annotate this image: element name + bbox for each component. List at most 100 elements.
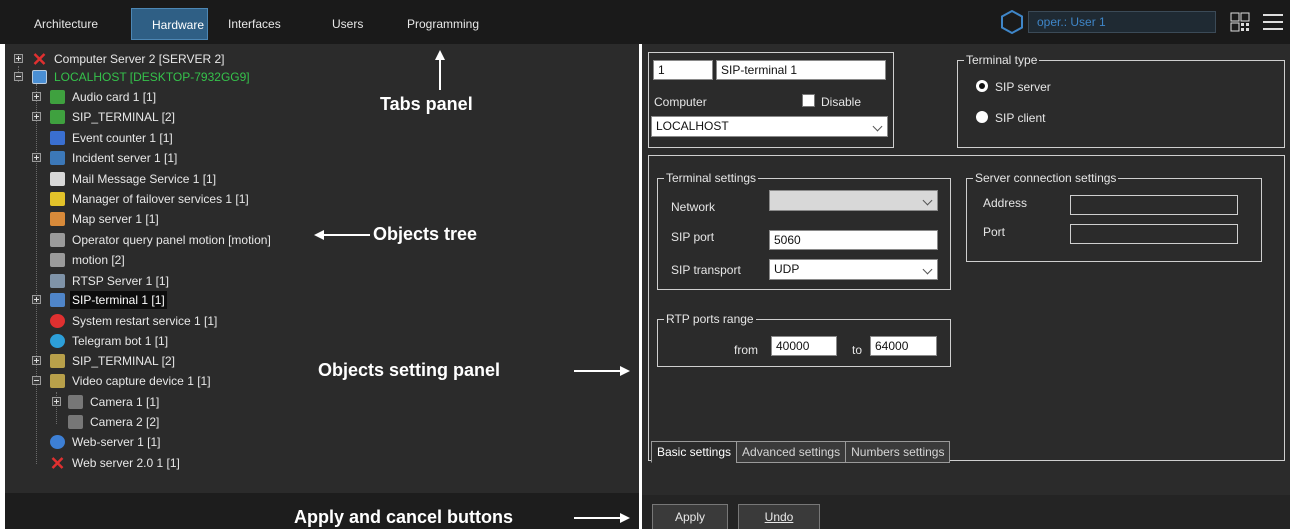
tree-node-label: System restart service 1 [1] [72,314,218,328]
collapse-icon[interactable] [32,376,41,385]
tab-programming[interactable]: Programming [387,8,497,40]
hexagon-logo-icon[interactable] [1000,10,1024,34]
settings-tabs: Basic settings Advanced settings Numbers… [651,441,951,463]
tree-node[interactable]: Incident server 1 [1] [32,149,332,167]
tab-numbers-settings[interactable]: Numbers settings [845,441,951,463]
computer-select-value: LOCALHOST [656,119,729,133]
failover-icon [50,192,65,206]
top-bar: Architecture Hardware Interfaces Users P… [0,0,1290,44]
mail-icon [50,172,65,186]
expand-icon[interactable] [32,112,41,121]
port-field[interactable] [1070,224,1238,244]
sip-port-field[interactable]: 5060 [769,230,938,250]
arrow-right-icon [574,366,630,376]
tree-node[interactable]: LOCALHOST [DESKTOP-7932GG9] [14,68,414,86]
tab-interfaces[interactable]: Interfaces [208,8,312,40]
sip-board-icon [50,354,65,368]
tree-node[interactable]: Web server 2.0 1 [1] [32,454,332,472]
sip-client-radio[interactable] [976,111,988,123]
tree-node[interactable]: Operator query panel motion [motion] [32,231,332,249]
expand-icon[interactable] [32,295,41,304]
sip-server-radio[interactable] [976,80,988,92]
network-select[interactable] [769,190,938,211]
motion-icon [50,253,65,267]
tree-node-label: Video capture device 1 [1] [72,374,211,388]
tree-node[interactable]: Audio card 1 [1] [32,88,332,106]
expand-icon[interactable] [32,92,41,101]
expand-icon[interactable] [52,397,61,406]
rtp-ports-title: RTP ports range [664,312,756,326]
incident-server-icon [50,151,65,165]
tree-node[interactable]: Computer Server 2 [SERVER 2] [14,50,414,68]
tree-node[interactable]: Mail Message Service 1 [1] [32,170,332,188]
apply-button[interactable]: Apply [652,504,728,529]
tree-node[interactable]: SIP_TERMINAL [2] [32,352,332,370]
power-icon [50,314,65,328]
tab-architecture[interactable]: Architecture [14,8,131,40]
rtp-from-field[interactable]: 40000 [771,336,837,356]
audio-card-icon [50,110,65,124]
tabs-panel: Architecture Hardware Interfaces Users P… [14,8,497,40]
network-label: Network [671,200,716,214]
audio-card-icon [50,90,65,104]
sip-transport-select[interactable]: UDP [769,259,938,280]
tree-node-label: Web-server 1 [1] [72,435,161,449]
monitor-icon [32,70,47,84]
map-icon [50,212,65,226]
tree-node[interactable]: Web-server 1 [1] [32,433,332,451]
sip-port-label: SIP port [671,230,715,244]
rtsp-icon [50,274,65,288]
expand-icon[interactable] [14,54,23,63]
tab-advanced-settings[interactable]: Advanced settings [736,441,847,463]
tree-node[interactable]: Event counter 1 [1] [32,129,332,147]
motion-icon [50,233,65,247]
red-x-icon [33,53,46,65]
tree-node-label: Mail Message Service 1 [1] [72,172,217,186]
object-name-field[interactable]: SIP-terminal 1 [716,60,886,80]
tree-node[interactable]: Camera 1 [1] [52,393,252,411]
sip-transport-label: SIP transport [671,263,741,277]
arrow-left-icon [314,230,370,240]
tree-node[interactable]: Video capture device 1 [1] [32,372,332,390]
tree-node[interactable]: SIP_TERMINAL [2] [32,108,332,126]
annotation-objects-setting-panel: Objects setting panel [318,360,501,380]
object-id-field[interactable]: 1 [653,60,713,80]
tree-node[interactable]: Map server 1 [1] [32,210,332,228]
user-field[interactable]: oper.: User 1 [1028,11,1216,33]
tree-node[interactable]: SIP-terminal 1 [1] [32,291,332,309]
expand-icon[interactable] [32,356,41,365]
server-connection-title: Server connection settings [973,171,1119,185]
chevron-down-icon [922,264,933,275]
expand-icon[interactable] [32,153,41,162]
disable-checkbox[interactable] [802,94,815,107]
tree-node-label: Event counter 1 [1] [72,131,173,145]
computer-select[interactable]: LOCALHOST [651,116,888,137]
tree-node[interactable]: motion [2] [32,251,332,269]
chevron-down-icon [922,195,933,206]
tree-node[interactable]: Manager of failover services 1 [1] [32,190,362,208]
tab-users[interactable]: Users [312,8,387,40]
video-capture-icon [50,374,65,388]
computer-label: Computer [654,95,707,109]
layout-grid-icon[interactable] [1230,12,1250,32]
rtp-from-label: from [734,343,758,357]
tree-node[interactable]: RTSP Server 1 [1] [32,272,332,290]
tree-node-label: Map server 1 [1] [72,212,159,226]
disable-label: Disable [821,95,862,109]
hamburger-menu-icon[interactable] [1262,12,1284,32]
collapse-icon[interactable] [14,72,23,81]
tree-node-label: Operator query panel motion [motion] [72,233,271,247]
tree-node[interactable]: Telegram bot 1 [1] [32,332,332,350]
tree-node-label: SIP_TERMINAL [2] [72,110,175,124]
rtp-to-field[interactable]: 64000 [870,336,937,356]
telegram-icon [50,334,65,348]
annotation-objects-tree: Objects tree [373,224,478,244]
undo-button[interactable]: Undo [738,504,820,529]
arrow-up-icon [435,50,445,90]
address-field[interactable] [1070,195,1238,215]
tab-basic-settings[interactable]: Basic settings [651,441,738,463]
tree-node[interactable]: System restart service 1 [1] [32,312,332,330]
tree-node[interactable]: Camera 2 [2] [52,413,252,431]
sip-transport-select-value: UDP [774,262,800,276]
tab-hardware[interactable]: Hardware [131,8,208,40]
